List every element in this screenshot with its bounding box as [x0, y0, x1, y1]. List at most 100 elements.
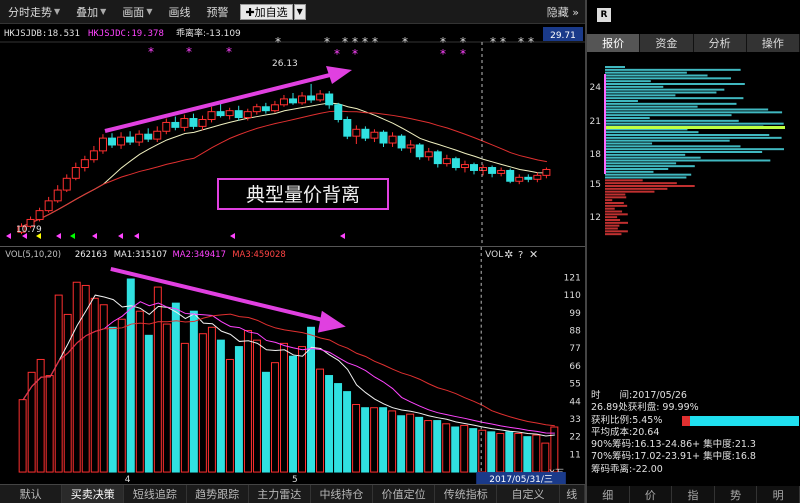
rtab-trend[interactable]: 势 [715, 486, 758, 503]
rtab-index[interactable]: 指 [672, 486, 715, 503]
chevron-down-icon: ▼ [296, 7, 303, 16]
tab-funds[interactable]: 资金 [640, 34, 694, 52]
tab-trend-track[interactable]: 趋势跟踪 [186, 485, 249, 503]
chip-bar [605, 179, 643, 182]
candle-body [388, 135, 397, 144]
info-time: 时 间:2017/05/26 [591, 390, 687, 401]
menu-screen[interactable]: 画面 ▼ [114, 0, 160, 24]
volume-bar [234, 346, 243, 473]
rtab-bright[interactable]: 明 [757, 486, 800, 503]
rtab-detail[interactable]: 细 [587, 486, 630, 503]
candle-body [298, 95, 307, 104]
tab-analysis[interactable]: 分析 [693, 34, 747, 52]
signal-star: * [460, 47, 466, 61]
tab-mid-hold[interactable]: 中线持仓 [310, 485, 374, 503]
volume-bar [216, 339, 225, 473]
add-watchlist-button[interactable]: ✚加自选 [240, 3, 293, 20]
chip-bar [605, 216, 618, 219]
x-label-4: 4 [125, 475, 131, 484]
chip-bar [605, 224, 620, 227]
price-chart[interactable]: HKJSJDB:18.531 HKJSJDC:19.378 乖离率:-13.10… [0, 24, 585, 246]
chip-bar [605, 85, 664, 88]
tab-default[interactable]: 默认 [0, 485, 63, 503]
candle-body [415, 144, 424, 158]
signal-star: * [518, 35, 524, 49]
chip-bar [605, 91, 717, 94]
volume-bar [243, 329, 252, 473]
tab-line[interactable]: 线 [559, 485, 586, 503]
candle-body [479, 167, 488, 171]
info-avg-cost: 平均成本:20.64 [591, 426, 660, 438]
candle-body [80, 159, 89, 169]
candle-body [153, 130, 162, 140]
volume-bar [550, 426, 559, 473]
volume-bar [198, 333, 207, 473]
tab-trade-decision[interactable]: 买卖决策 [62, 485, 125, 503]
add-watchlist-dropdown[interactable]: ▼ [293, 3, 306, 20]
menu-intraday[interactable]: 分时走势 ▼ [0, 0, 68, 24]
chip-bar [605, 187, 668, 190]
gear-icon[interactable]: ✲ [504, 248, 513, 261]
chip-bar [605, 176, 687, 179]
chip-bar [605, 102, 737, 105]
signal-marker [230, 233, 235, 239]
tab-operation[interactable]: 操作 [746, 34, 800, 52]
chip-tick-24: 24 [590, 83, 602, 93]
signal-star: * [186, 45, 192, 59]
menu-alert[interactable]: 预警 [198, 0, 236, 24]
candle-body [451, 158, 460, 169]
candlesticks [17, 83, 551, 235]
volume-bar [325, 375, 334, 473]
chip-distribution-chart: 24 21 18 15 12 [590, 66, 785, 236]
vol-ma2: MA2:349417 [173, 249, 227, 259]
candle-body [261, 106, 270, 112]
signal-marker [70, 233, 75, 239]
candle-body [189, 118, 198, 127]
candle-body [71, 167, 80, 179]
rtab-price[interactable]: 价 [630, 486, 673, 503]
menu-draw-line[interactable]: 画线 [160, 0, 198, 24]
hide-button[interactable]: 隐藏 » [547, 0, 579, 24]
volume-bar [72, 281, 81, 473]
volume-bar [487, 431, 496, 473]
tab-value[interactable]: 价值定位 [373, 485, 436, 503]
candle-body [352, 128, 361, 137]
chip-tick-18: 18 [590, 150, 602, 160]
volume-bar [18, 399, 27, 473]
candle-body [325, 93, 334, 106]
candle-body [442, 158, 451, 165]
chip-bar [605, 145, 741, 148]
tab-quote[interactable]: 报价 [587, 34, 641, 52]
chip-bar [605, 88, 725, 91]
close-icon[interactable]: ✕ [529, 248, 538, 261]
arrow-head [326, 66, 352, 84]
vol-ma1: MA1:315107 [114, 249, 168, 259]
date-box-text: 2017/05/31/三 [489, 475, 553, 484]
chip-bars [604, 66, 785, 236]
right-tabs: 报价 资金 分析 操作 [587, 34, 800, 52]
tab-main-radar[interactable]: 主力雷达 [248, 485, 311, 503]
volume-bar [45, 375, 54, 473]
tab-custom[interactable]: 自定义 [497, 485, 560, 503]
volume-bar [496, 432, 505, 473]
candle-body [334, 104, 343, 121]
help-icon[interactable]: ? [518, 250, 523, 261]
signal-star: * [528, 35, 534, 49]
vol-y-tick: 33 [569, 415, 580, 425]
chip-bar [605, 136, 782, 139]
chip-bar [605, 66, 625, 68]
tab-traditional[interactable]: 传统指标 [435, 485, 498, 503]
tab-short-track[interactable]: 短线追踪 [124, 485, 187, 503]
volume-bar [90, 297, 99, 473]
r-badge[interactable]: R [597, 8, 611, 22]
candle-body [470, 164, 478, 171]
volume-bar [261, 371, 270, 473]
volume-chart[interactable]: VOL(5,10,20) 262163 MA1:315107 MA2:34941… [0, 246, 585, 484]
volume-bar [298, 346, 306, 473]
chip-bar [605, 162, 677, 165]
signal-star: * [362, 35, 368, 49]
signal-star: * [500, 35, 506, 49]
menu-overlay[interactable]: 叠加 ▼ [68, 0, 114, 24]
signal-star: * [342, 35, 348, 49]
vol-y-tick: 110 [564, 291, 581, 301]
